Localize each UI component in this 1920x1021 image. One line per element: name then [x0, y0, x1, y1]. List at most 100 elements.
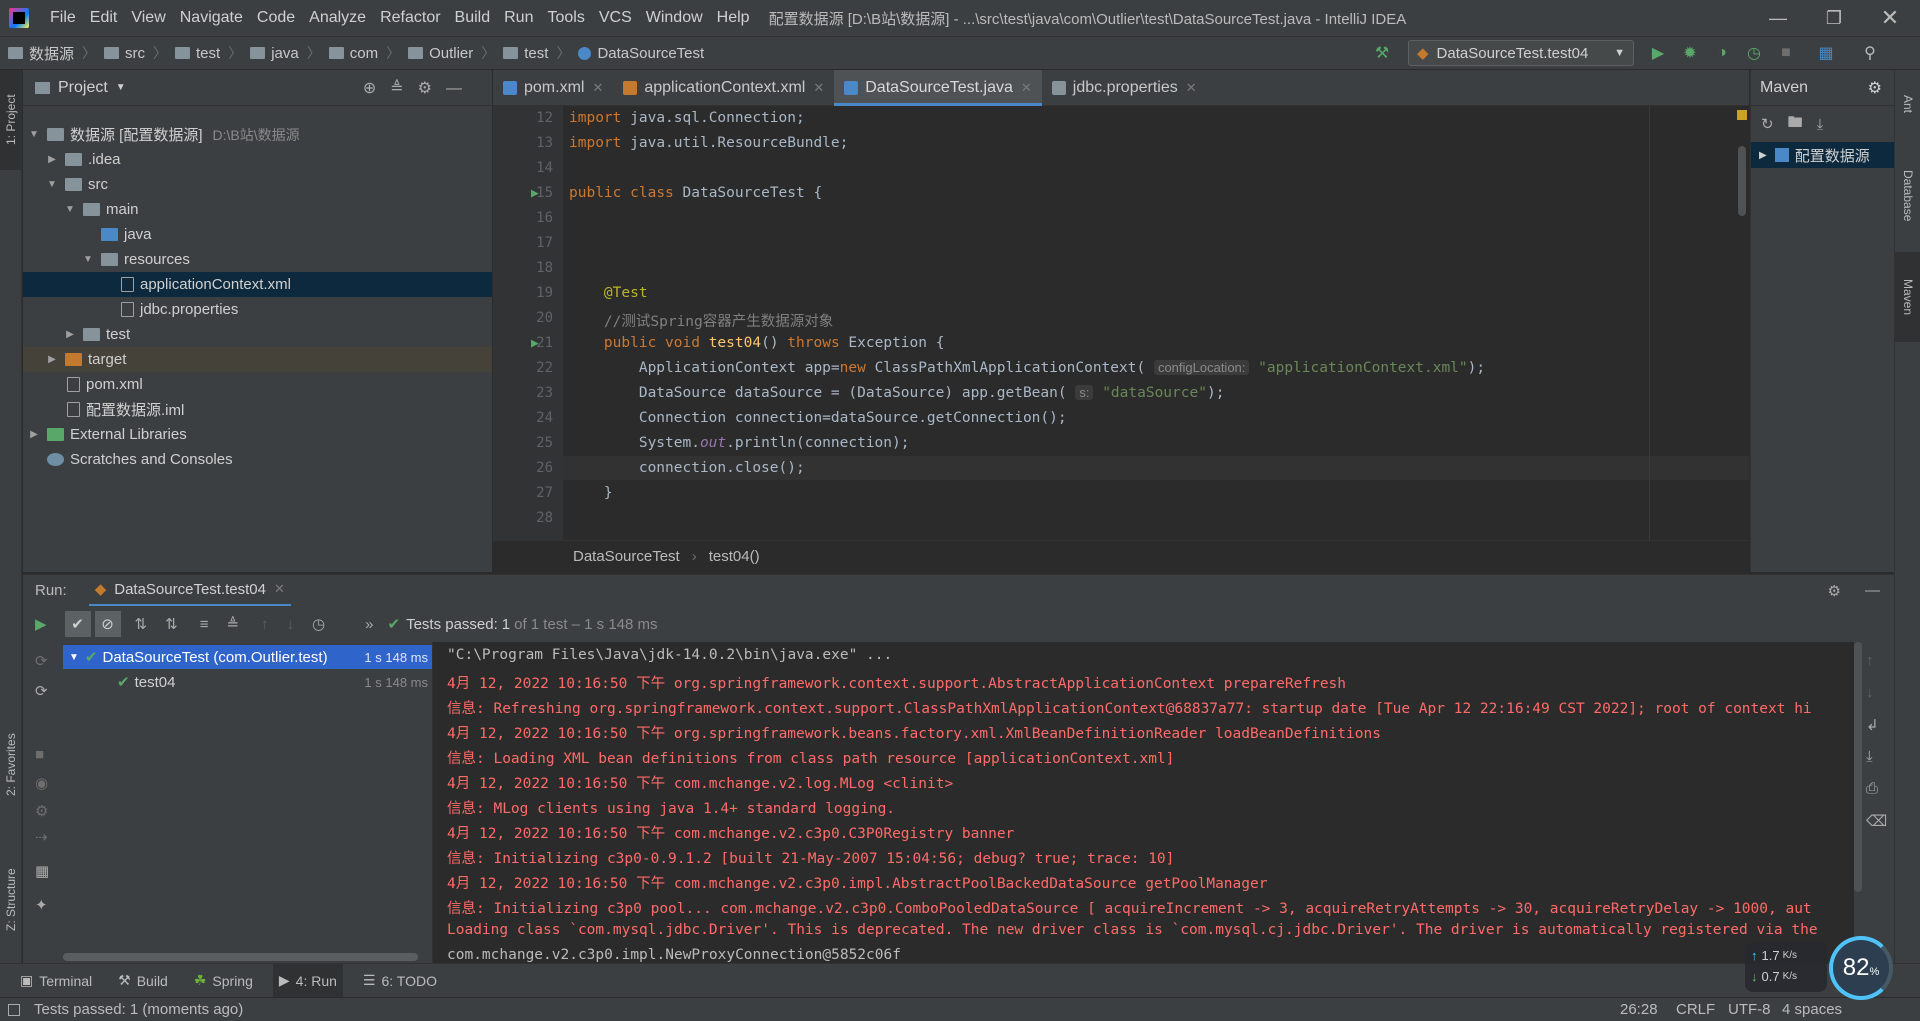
search-everywhere-icon[interactable]: ⚲	[1860, 43, 1880, 63]
caret-position[interactable]: 26:28	[1620, 1001, 1658, 1018]
settings-icon[interactable]: ⚙	[35, 802, 48, 820]
tree-item[interactable]: ▼ src	[23, 172, 492, 197]
history-icon[interactable]: ◷	[312, 615, 325, 633]
menu-item-refactor[interactable]: Refactor	[373, 0, 447, 36]
breadcrumb-item[interactable]: test 〉	[503, 43, 570, 63]
menu-item-window[interactable]: Window	[639, 0, 710, 36]
tree-item[interactable]: pom.xml	[23, 372, 492, 397]
menu-item-edit[interactable]: Edit	[83, 0, 125, 36]
debug-icon[interactable]: ✹	[1680, 43, 1700, 63]
file-encoding[interactable]: UTF-8	[1728, 1001, 1771, 1018]
tree-item[interactable]: ▼ main	[23, 197, 492, 222]
indent-setting[interactable]: 4 spaces	[1782, 1001, 1842, 1018]
tree-item[interactable]: ▶ target	[23, 347, 492, 372]
expand-arrow-icon[interactable]: ▶	[45, 354, 59, 365]
tab-database[interactable]: Database	[1895, 146, 1920, 246]
gear-icon[interactable]: ⚙	[418, 80, 446, 97]
profile-icon[interactable]: ◷	[1744, 43, 1764, 63]
expand-arrow-icon[interactable]: ▶	[27, 429, 41, 440]
toolwindow-terminal[interactable]: ▣ Terminal	[14, 964, 98, 998]
editor-tab[interactable]: applicationContext.xml ✕	[613, 70, 834, 106]
gear-icon[interactable]: ⚙	[1868, 78, 1882, 98]
maven-project-row[interactable]: ▶ 配置数据源	[1751, 142, 1894, 168]
menu-item-run[interactable]: Run	[497, 0, 540, 36]
collapse-all-icon[interactable]: ≜	[390, 80, 417, 97]
close-icon[interactable]: ✕	[813, 80, 824, 96]
close-icon[interactable]: ✕	[1186, 80, 1197, 96]
collapse-all-icon[interactable]: ≜	[226, 615, 239, 633]
print-icon[interactable]: ⎙	[1866, 780, 1878, 797]
expand-arrow-icon[interactable]: ▼	[69, 652, 79, 663]
status-message[interactable]: Tests passed: 1 (moments ago)	[34, 1001, 243, 1018]
toolwindow-4-run[interactable]: ▶ 4: Run	[272, 963, 343, 998]
close-icon[interactable]: ✕	[274, 581, 285, 597]
restore-icon[interactable]: ❐	[1806, 0, 1862, 36]
expand-arrow-icon[interactable]: ▼	[81, 254, 95, 265]
expand-arrow-icon[interactable]: ▶	[1759, 150, 1767, 161]
tree-item[interactable]: ▶ test	[23, 322, 492, 347]
breadcrumb-item[interactable]: test 〉	[175, 43, 242, 63]
run-class-gutter-icon[interactable]: ▶	[531, 186, 539, 201]
exit-icon[interactable]: ⇢	[35, 828, 48, 846]
next-failed-icon[interactable]: ↓	[287, 616, 295, 633]
tree-item[interactable]: ▼ 数据源 [配置数据源] D:\B站\数据源	[23, 122, 492, 147]
toggle-tool-windows-icon[interactable]	[8, 1003, 20, 1016]
chevron-down-icon[interactable]: ▼	[116, 82, 126, 93]
cpu-usage-gauge[interactable]: 82%	[1829, 936, 1893, 1000]
expand-all-icon[interactable]: ≡	[200, 616, 209, 633]
breadcrumb-method[interactable]: test04()	[709, 548, 760, 565]
tab-structure[interactable]: Z: Structure	[0, 850, 22, 950]
tree-scrollbar[interactable]	[63, 953, 418, 961]
locate-icon[interactable]: ⊕	[363, 80, 390, 97]
breadcrumb-item[interactable]: src 〉	[104, 43, 167, 63]
run-method-gutter-icon[interactable]: ▶	[531, 336, 539, 351]
project-structure-icon[interactable]: ▦	[1816, 43, 1836, 63]
stop-icon[interactable]: ■	[35, 746, 44, 763]
expand-arrow-icon[interactable]: ▶	[63, 329, 77, 340]
line-separator[interactable]: CRLF	[1676, 1001, 1715, 1018]
sort-duration-icon[interactable]: ⇅	[165, 615, 178, 633]
coverage-icon[interactable]: ◑	[1712, 43, 1732, 63]
pin-icon[interactable]: ✦	[35, 896, 48, 914]
toolwindow-build[interactable]: ⚒ Build	[112, 964, 174, 998]
toolwindow-spring[interactable]: ☘ Spring	[188, 964, 259, 998]
expand-arrow-icon[interactable]: ▼	[45, 179, 59, 190]
rerun-failed-icon[interactable]: ⟳	[35, 652, 48, 670]
tab-favorites[interactable]: 2: Favorites	[0, 710, 22, 820]
previous-failed-icon[interactable]: ↑	[261, 616, 269, 633]
breadcrumb-item[interactable]: DataSourceTest	[578, 45, 704, 62]
menu-item-tools[interactable]: Tools	[540, 0, 591, 36]
tree-item[interactable]: ▶ External Libraries	[23, 422, 492, 447]
code-editor[interactable]: 12 13 14 15 16 17 18 19 20 21 22 23 24 25 26 27 28 impor…	[493, 106, 1749, 540]
intellij-logo-icon[interactable]	[9, 8, 29, 28]
editor-tab[interactable]: pom.xml ✕	[493, 70, 613, 106]
tab-project[interactable]: 1: Project	[0, 70, 22, 170]
scroll-down-icon[interactable]: ↓	[1866, 684, 1874, 701]
tree-item[interactable]: jdbc.properties	[23, 297, 492, 322]
expand-arrow-icon[interactable]: ▼	[27, 129, 41, 140]
expand-arrow-icon[interactable]: ▼	[63, 204, 77, 215]
editor-tab[interactable]: jdbc.properties ✕	[1042, 70, 1207, 106]
show-passed-icon[interactable]: ✔	[64, 611, 91, 637]
tree-item[interactable]: applicationContext.xml	[23, 272, 492, 297]
expand-arrow-icon[interactable]: ▶	[45, 154, 59, 165]
tree-item[interactable]: java	[23, 222, 492, 247]
toolwindow-6-todo[interactable]: ☰ 6: TODO	[357, 964, 443, 998]
breadcrumb-item[interactable]: com 〉	[328, 43, 400, 63]
hide-icon[interactable]: —	[446, 80, 476, 97]
soft-wrap-icon[interactable]: ↲	[1866, 716, 1879, 734]
tree-item[interactable]: Scratches and Consoles	[23, 447, 492, 472]
run-tab[interactable]: ◆ DataSourceTest.test04 ✕	[88, 575, 291, 607]
menu-item-build[interactable]: Build	[448, 0, 498, 36]
menu-item-navigate[interactable]: Navigate	[173, 0, 250, 36]
breadcrumb-item[interactable]: 数据源 〉	[8, 43, 96, 64]
download-icon[interactable]: ⤓	[1817, 116, 1824, 133]
breadcrumb-item[interactable]: Outlier 〉	[408, 43, 495, 63]
close-icon[interactable]: ✕	[592, 80, 603, 96]
trash-icon[interactable]: ⌫	[1866, 812, 1887, 830]
layout-icon[interactable]: ▦	[35, 862, 49, 880]
console-scrollbar[interactable]	[1854, 642, 1862, 892]
menu-item-code[interactable]: Code	[250, 0, 302, 36]
more-icon[interactable]: »	[365, 616, 373, 633]
menu-item-help[interactable]: Help	[710, 0, 757, 36]
